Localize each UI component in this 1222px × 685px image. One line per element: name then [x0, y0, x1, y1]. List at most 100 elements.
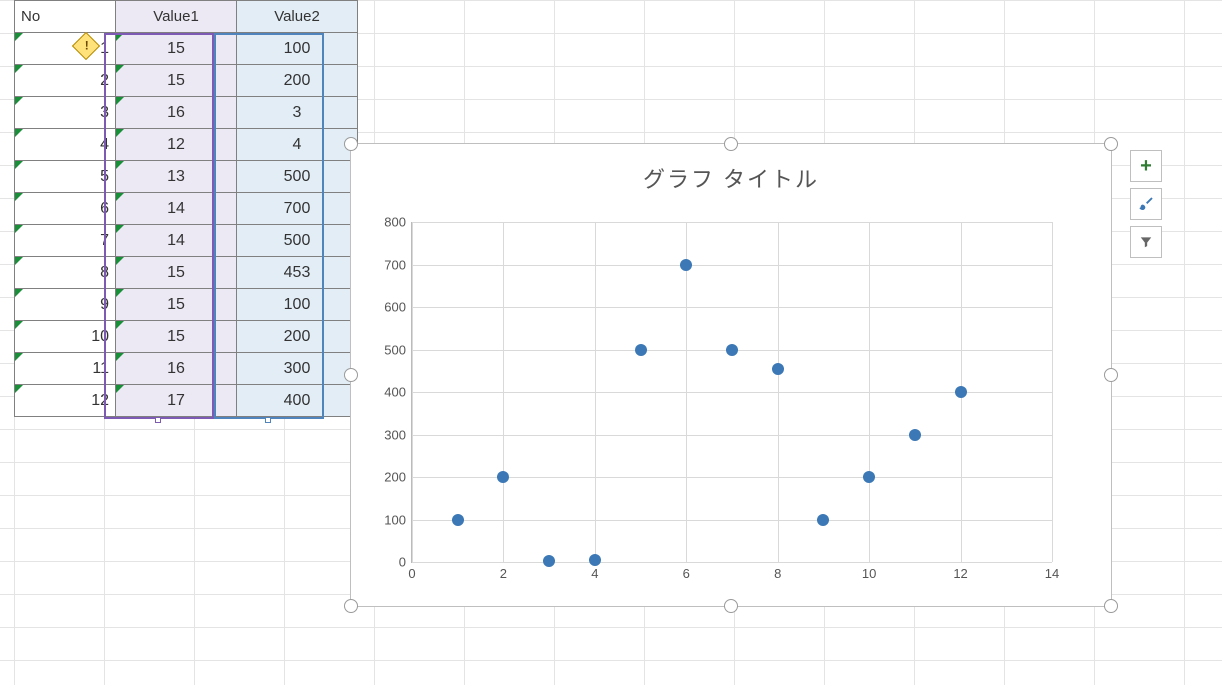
- cell-value2[interactable]: 500: [237, 225, 358, 257]
- cell-no[interactable]: 12: [15, 385, 116, 417]
- chart-handle-w[interactable]: [344, 368, 358, 382]
- worksheet[interactable]: No Value1 Value2 11510021520031634124513…: [0, 0, 1222, 685]
- data-point[interactable]: [452, 514, 464, 526]
- x-tick-label: 12: [953, 562, 967, 581]
- chart-handle-nw[interactable]: [344, 137, 358, 151]
- plot-area[interactable]: 010020030040050060070080002468101214: [411, 222, 1052, 563]
- cell-value2[interactable]: 500: [237, 161, 358, 193]
- table-row[interactable]: 3163: [15, 97, 358, 129]
- data-point[interactable]: [543, 555, 555, 567]
- filter-icon: [1139, 235, 1153, 249]
- gridline-h: [412, 307, 1052, 308]
- brush-icon: [1138, 196, 1154, 212]
- y-tick-label: 400: [366, 385, 412, 400]
- gridline-v: [412, 222, 413, 562]
- data-point[interactable]: [772, 363, 784, 375]
- data-point[interactable]: [863, 471, 875, 483]
- data-point[interactable]: [817, 514, 829, 526]
- header-value1[interactable]: Value1: [116, 1, 237, 33]
- chart-handle-s[interactable]: [724, 599, 738, 613]
- cell-no[interactable]: 6: [15, 193, 116, 225]
- y-tick-label: 100: [366, 512, 412, 527]
- data-point[interactable]: [909, 429, 921, 441]
- cell-value1[interactable]: 15: [116, 257, 237, 289]
- cell-value2[interactable]: 100: [237, 33, 358, 65]
- y-tick-label: 600: [366, 300, 412, 315]
- cell-no[interactable]: 4: [15, 129, 116, 161]
- chart-filter-button[interactable]: [1130, 226, 1162, 258]
- cell-value2[interactable]: 700: [237, 193, 358, 225]
- cell-no[interactable]: 7: [15, 225, 116, 257]
- cell-value1[interactable]: 16: [116, 353, 237, 385]
- table-row[interactable]: 513500: [15, 161, 358, 193]
- cell-value2[interactable]: 300: [237, 353, 358, 385]
- data-point[interactable]: [955, 386, 967, 398]
- x-tick-label: 6: [683, 562, 690, 581]
- gridline-h: [412, 520, 1052, 521]
- cell-no[interactable]: 3: [15, 97, 116, 129]
- header-no[interactable]: No: [15, 1, 116, 33]
- chart-handle-e[interactable]: [1104, 368, 1118, 382]
- y-tick-label: 0: [366, 555, 412, 570]
- table-row[interactable]: 1217400: [15, 385, 358, 417]
- cell-value2[interactable]: 3: [237, 97, 358, 129]
- cell-value1[interactable]: 12: [116, 129, 237, 161]
- cell-value2[interactable]: 400: [237, 385, 358, 417]
- chart-object[interactable]: グラフ タイトル 0100200300400500600700800024681…: [350, 143, 1112, 607]
- data-point[interactable]: [726, 344, 738, 356]
- y-tick-label: 500: [366, 342, 412, 357]
- chart-handle-n[interactable]: [724, 137, 738, 151]
- table-row[interactable]: 215200: [15, 65, 358, 97]
- cell-value2[interactable]: 200: [237, 65, 358, 97]
- cell-value1[interactable]: 14: [116, 225, 237, 257]
- cell-value2[interactable]: 4: [237, 129, 358, 161]
- cell-value1[interactable]: 13: [116, 161, 237, 193]
- table-row[interactable]: 4124: [15, 129, 358, 161]
- cell-value2[interactable]: 100: [237, 289, 358, 321]
- gridline-v: [595, 222, 596, 562]
- cell-value1[interactable]: 15: [116, 33, 237, 65]
- cell-value2[interactable]: 453: [237, 257, 358, 289]
- gridline-v: [1052, 222, 1053, 562]
- data-point[interactable]: [680, 259, 692, 271]
- gridline-v: [778, 222, 779, 562]
- gridline-h: [412, 435, 1052, 436]
- chart-title[interactable]: グラフ タイトル: [351, 162, 1111, 194]
- data-point[interactable]: [589, 554, 601, 566]
- cell-value1[interactable]: 15: [116, 289, 237, 321]
- cell-no[interactable]: 5: [15, 161, 116, 193]
- cell-value1[interactable]: 16: [116, 97, 237, 129]
- table-row[interactable]: 915100: [15, 289, 358, 321]
- data-table[interactable]: No Value1 Value2 11510021520031634124513…: [14, 0, 358, 417]
- fill-handle-value1[interactable]: [155, 417, 161, 423]
- chart-elements-button[interactable]: +: [1130, 150, 1162, 182]
- header-value2[interactable]: Value2: [237, 1, 358, 33]
- cell-value1[interactable]: 15: [116, 321, 237, 353]
- cell-value1[interactable]: 15: [116, 65, 237, 97]
- data-point[interactable]: [635, 344, 647, 356]
- cell-no[interactable]: 10: [15, 321, 116, 353]
- data-point[interactable]: [497, 471, 509, 483]
- chart-handle-ne[interactable]: [1104, 137, 1118, 151]
- gridline-v: [869, 222, 870, 562]
- chart-handle-sw[interactable]: [344, 599, 358, 613]
- y-tick-label: 200: [366, 470, 412, 485]
- cell-value1[interactable]: 17: [116, 385, 237, 417]
- cell-no[interactable]: 1: [15, 33, 116, 65]
- table-row[interactable]: 815453: [15, 257, 358, 289]
- cell-no[interactable]: 11: [15, 353, 116, 385]
- cell-no[interactable]: 8: [15, 257, 116, 289]
- table-row[interactable]: 1116300: [15, 353, 358, 385]
- cell-no[interactable]: 2: [15, 65, 116, 97]
- table-row[interactable]: 1015200: [15, 321, 358, 353]
- chart-handle-se[interactable]: [1104, 599, 1118, 613]
- gridline-h: [412, 222, 1052, 223]
- cell-value1[interactable]: 14: [116, 193, 237, 225]
- cell-no[interactable]: 9: [15, 289, 116, 321]
- table-row[interactable]: 614700: [15, 193, 358, 225]
- chart-styles-button[interactable]: [1130, 188, 1162, 220]
- cell-value2[interactable]: 200: [237, 321, 358, 353]
- table-row[interactable]: 115100: [15, 33, 358, 65]
- fill-handle-value2[interactable]: [265, 417, 271, 423]
- table-row[interactable]: 714500: [15, 225, 358, 257]
